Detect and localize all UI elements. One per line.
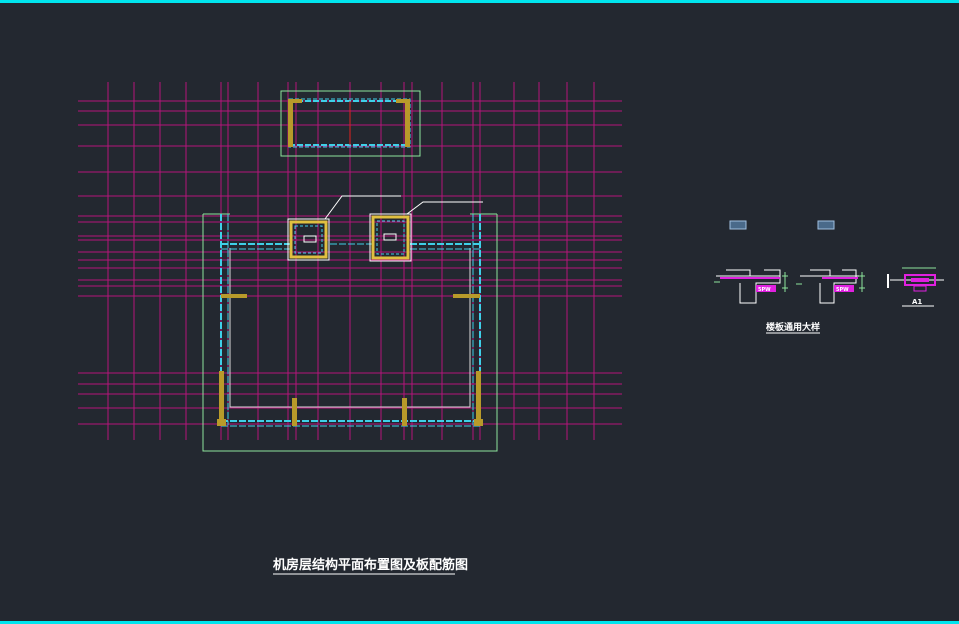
slab-detail-2: 5PW (796, 269, 865, 304)
detail-tag-2: 5PW (836, 287, 849, 293)
main-title-block: 机房层结构平面布置图及板配筋图 (273, 557, 468, 575)
slab-detail-1: 5PW (714, 269, 788, 304)
detail-tag-1: 5PW (758, 287, 771, 293)
cad-drawing-canvas[interactable]: 机房层结构平面布置图及板配筋图 5PW 5PW A1 楼板通用大样 (0, 0, 959, 624)
detail-marker-1 (729, 220, 747, 230)
section-a1: A1 (887, 267, 944, 307)
detail-title: 楼板通用大样 (766, 321, 820, 333)
detail-group: 5PW 5PW A1 楼板通用大样 (714, 220, 944, 334)
section-label: A1 (912, 298, 922, 306)
main-title: 机房层结构平面布置图及板配筋图 (273, 557, 468, 573)
detail-marker-2 (817, 220, 835, 230)
column-box-left (287, 195, 401, 261)
